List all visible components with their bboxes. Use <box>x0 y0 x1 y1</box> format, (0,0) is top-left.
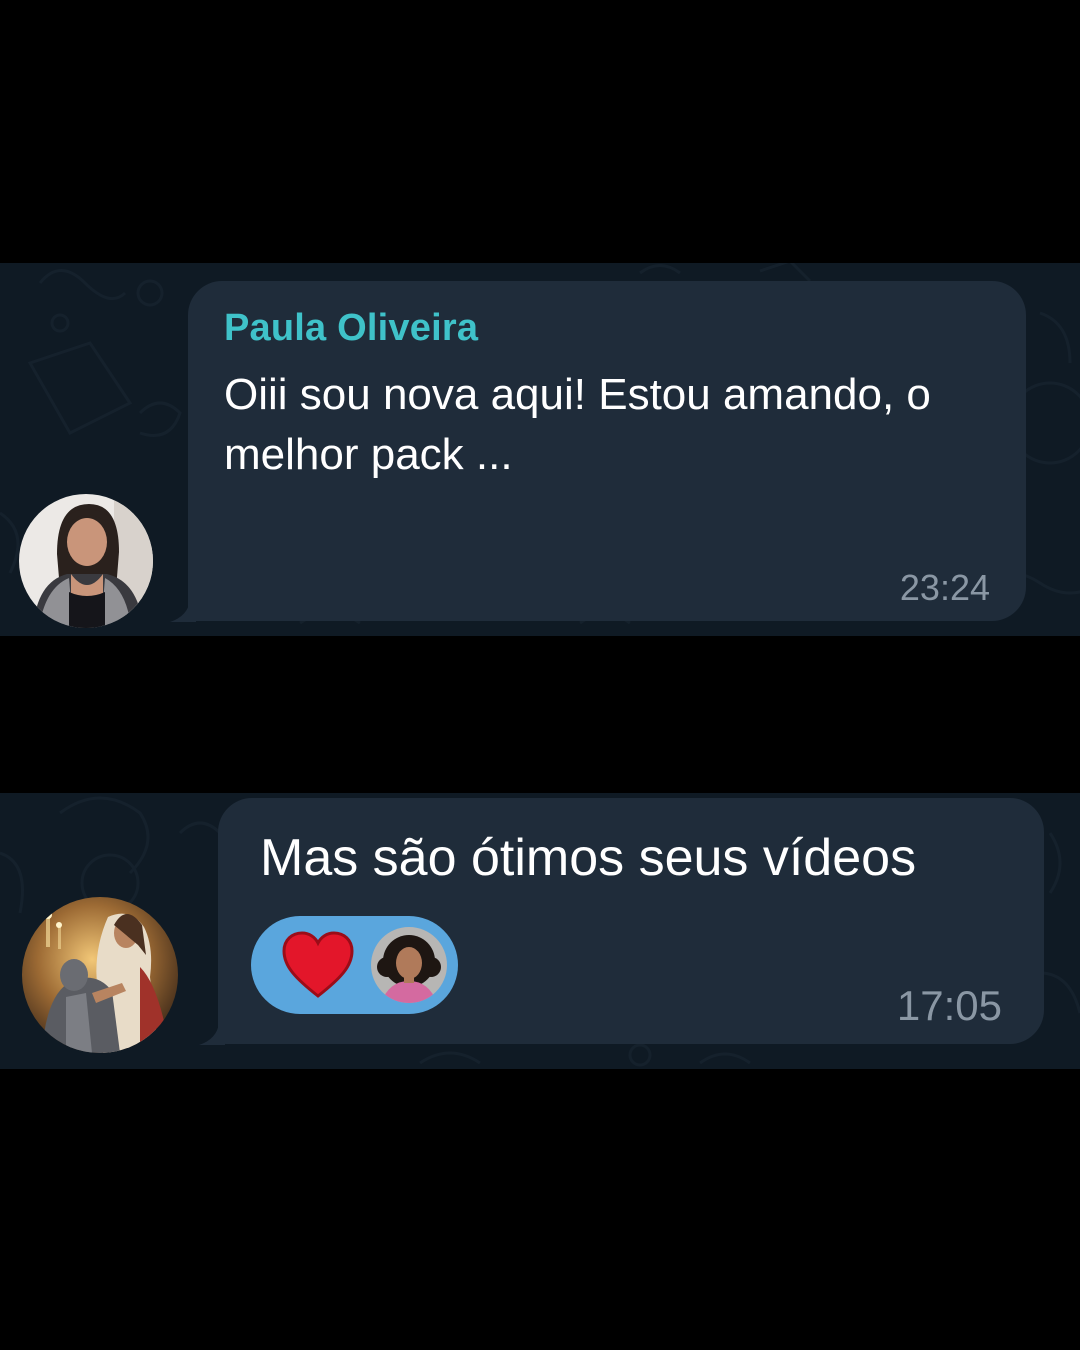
message-text: Oiii sou nova aqui! Estou amando, o melh… <box>224 370 931 479</box>
message-timestamp: 17:05 <box>896 982 1002 1029</box>
sender-name[interactable]: Paula Oliveira <box>224 307 478 350</box>
message-bubble[interactable]: Mas são ótimos seus vídeos 17:05 <box>218 798 1044 1044</box>
bubble-tail <box>170 600 196 622</box>
sender-avatar[interactable] <box>22 897 178 1053</box>
knight-painting-avatar <box>22 897 178 1053</box>
chat-strip-2: Mas são ótimos seus vídeos 17:05 <box>0 793 1080 1069</box>
message-timestamp: 23:24 <box>899 567 990 608</box>
chat-strip-1: Paula Oliveira Oiii sou nova aqui! Estou… <box>0 263 1080 636</box>
sender-avatar[interactable] <box>19 494 153 628</box>
woman-portrait-avatar <box>19 494 153 628</box>
message-text: Mas são ótimos seus vídeos <box>260 829 917 887</box>
curly-hair-woman-avatar <box>371 927 447 1003</box>
reactor-avatar[interactable] <box>371 927 447 1003</box>
bubble-tail <box>199 1023 225 1045</box>
reaction-pill[interactable] <box>251 916 458 1014</box>
message-bubble[interactable]: Paula Oliveira Oiii sou nova aqui! Estou… <box>188 281 1026 621</box>
heart-icon <box>282 931 354 998</box>
